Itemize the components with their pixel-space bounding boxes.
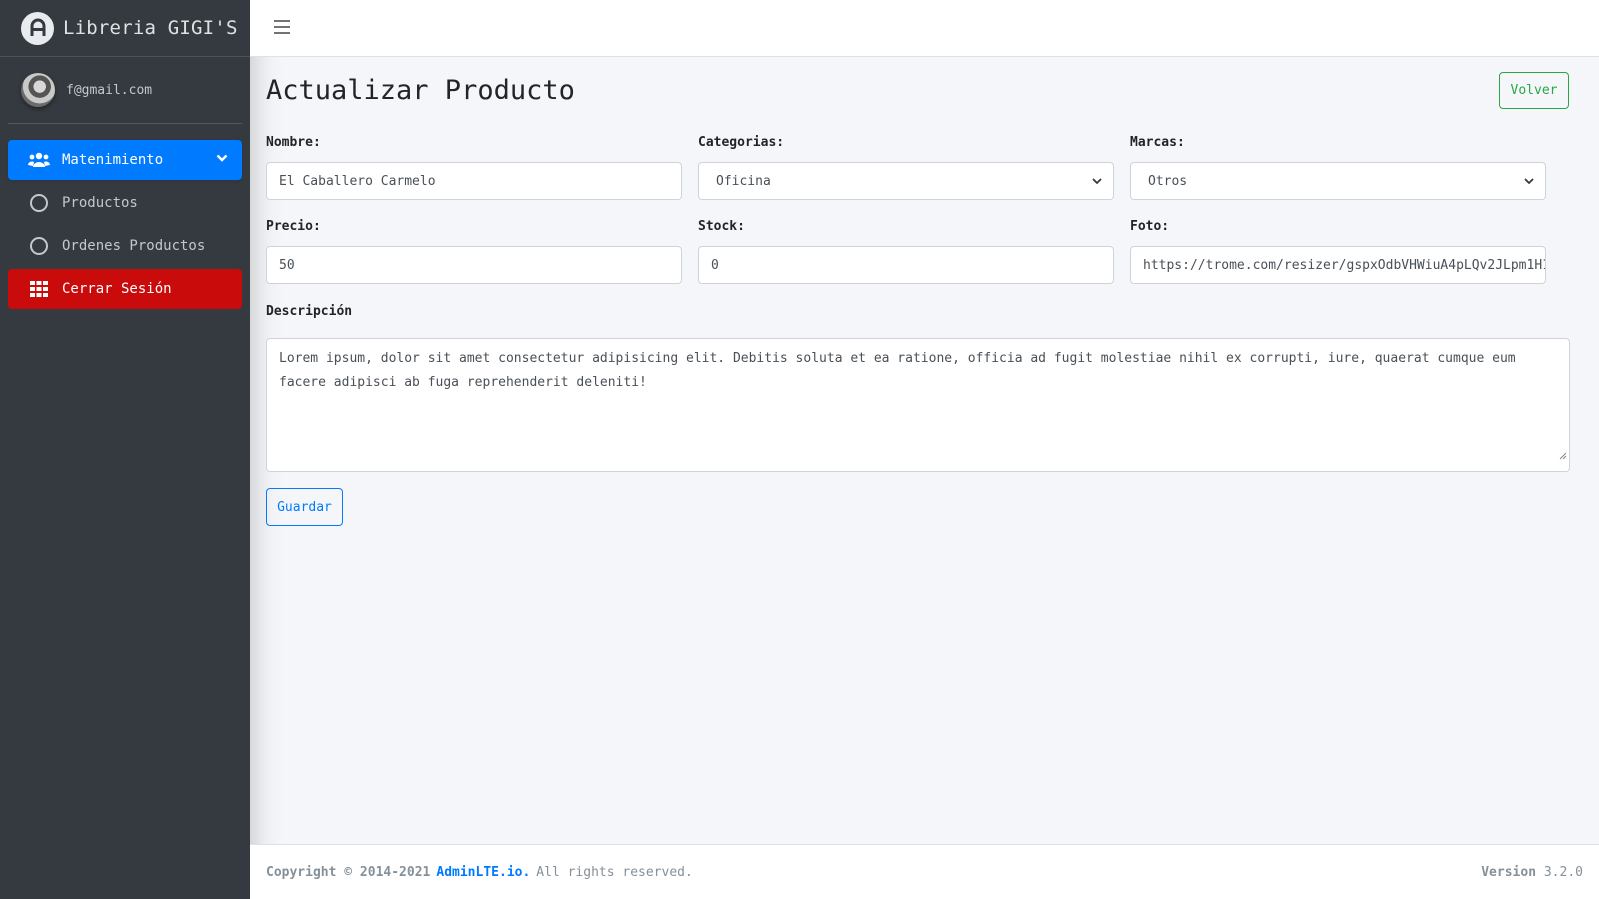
brand-name: Libreria GIGI'S xyxy=(63,17,238,39)
resize-handle-icon[interactable] xyxy=(1558,445,1567,469)
rights-text: All rights reserved. xyxy=(536,864,693,880)
sidebar-item-label: Productos xyxy=(62,195,138,211)
copyright-text: Copyright © 2014-2021 xyxy=(266,864,431,880)
sidebar-item-label: Matenimiento xyxy=(62,152,164,168)
marcas-select[interactable]: Otros xyxy=(1130,162,1546,200)
nombre-input[interactable]: El Caballero Carmelo xyxy=(266,162,682,200)
back-button[interactable]: Volver xyxy=(1499,72,1569,109)
chevron-down-icon xyxy=(216,152,228,168)
descripcion-label: Descripción xyxy=(266,304,353,319)
users-icon xyxy=(28,151,50,169)
chevron-down-icon xyxy=(1523,175,1535,191)
stock-input[interactable]: 0 xyxy=(698,246,1114,284)
nombre-label: Nombre: xyxy=(266,135,321,150)
sidebar-item-cerrar-sesion[interactable]: Cerrar Sesión xyxy=(8,269,242,309)
hamburger-menu-icon[interactable] xyxy=(274,20,290,34)
marcas-selected: Otros xyxy=(1148,173,1188,189)
chevron-down-icon xyxy=(1091,175,1103,191)
circle-icon xyxy=(28,194,50,212)
brand-link[interactable]: Libreria GIGI'S xyxy=(0,0,250,57)
categorias-selected: Oficina xyxy=(716,173,771,189)
version-number: 3.2.0 xyxy=(1543,864,1583,880)
sidebar-item-ordenes-productos[interactable]: Ordenes Productos xyxy=(8,226,242,266)
footer: Copyright © 2014-2021 AdminLTE.io. All r… xyxy=(250,844,1599,899)
sidebar-item-label: Cerrar Sesión xyxy=(62,281,172,297)
precio-input[interactable]: 50 xyxy=(266,246,682,284)
avatar[interactable] xyxy=(21,73,55,107)
version-info: Version 3.2.0 xyxy=(1481,865,1583,880)
top-navbar xyxy=(250,0,1599,57)
sidebar-item-productos[interactable]: Productos xyxy=(8,183,242,223)
foto-label: Foto: xyxy=(1130,219,1170,234)
circle-icon xyxy=(28,237,50,255)
main-sidebar: Libreria GIGI'S f@gmail.com Matenimiento xyxy=(0,0,250,899)
user-email[interactable]: f@gmail.com xyxy=(66,83,152,98)
version-label: Version xyxy=(1481,864,1537,880)
save-button[interactable]: Guardar xyxy=(266,488,343,526)
grid-icon xyxy=(28,280,50,298)
precio-label: Precio: xyxy=(266,219,321,234)
sidebar-nav: Matenimiento Productos Ordenes Productos… xyxy=(0,124,250,309)
sidebar-item-matenimiento[interactable]: Matenimiento xyxy=(8,140,242,180)
adminlte-link[interactable]: AdminLTE.io. xyxy=(436,865,530,880)
content-wrapper: Actualizar Producto Volver Nombre: El Ca… xyxy=(250,57,1599,844)
foto-input[interactable]: https://trome.com/resizer/gspxOdbVHWiuA4… xyxy=(1130,246,1546,284)
user-panel: f@gmail.com xyxy=(8,57,242,124)
categorias-label: Categorias: xyxy=(698,135,785,150)
sidebar-item-label: Ordenes Productos xyxy=(62,238,206,254)
categorias-select[interactable]: Oficina xyxy=(698,162,1114,200)
stock-label: Stock: xyxy=(698,219,745,234)
page-title: Actualizar Producto xyxy=(266,75,575,106)
adminlte-logo-icon xyxy=(21,11,54,45)
descripcion-textarea[interactable]: Lorem ipsum, dolor sit amet consectetur … xyxy=(266,338,1570,472)
marcas-label: Marcas: xyxy=(1130,135,1185,150)
descripcion-text: Lorem ipsum, dolor sit amet consectetur … xyxy=(279,351,1516,390)
